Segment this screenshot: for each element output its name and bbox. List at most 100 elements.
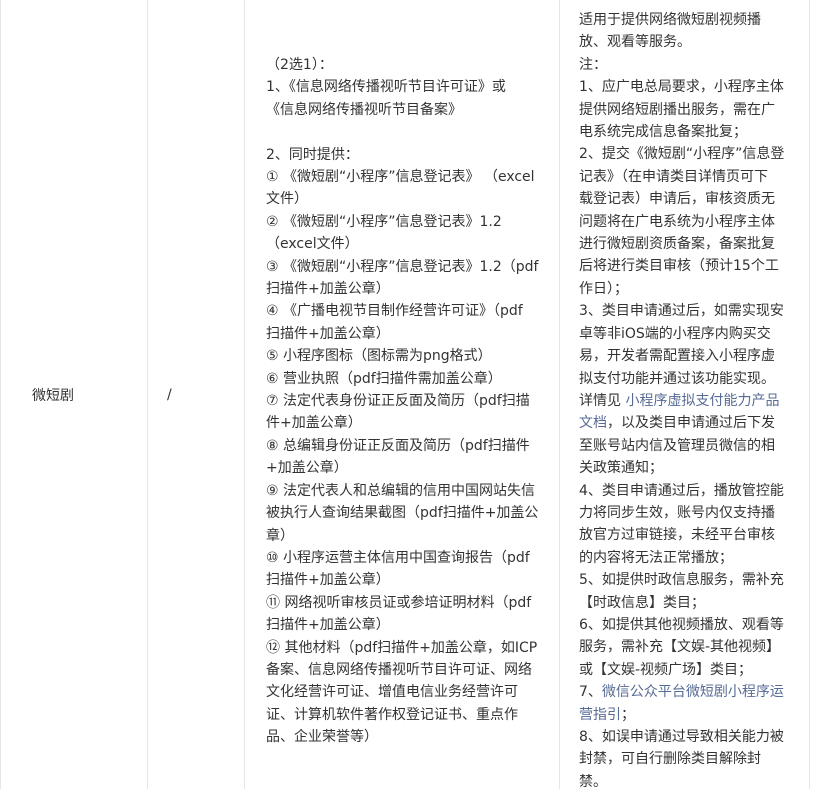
note-line: 【时政信息】类目；	[579, 592, 799, 614]
note-text: 电系统完成信息备案批复；	[579, 124, 747, 141]
subcategory-cell: /	[148, 0, 244, 789]
note-text: 3、类目申请通过后，如需实现安	[579, 303, 784, 320]
note-text: 8、如误申请通过导致相关能力被	[579, 729, 784, 745]
note-line: 问题将在广电系统为小程序主体	[579, 211, 799, 233]
requirement-line: 扫描件+加盖公章）	[266, 617, 390, 634]
note-line: 放、观看等服务。	[579, 31, 799, 53]
note-line: 2、提交《微短剧“小程序”信息登	[579, 143, 799, 165]
requirement-line: 被执行人查询结果截图（pdf扫描件+加盖公	[266, 505, 539, 522]
requirement-line: ⑩ 小程序运营主体信用中国查询报告（pdf	[266, 549, 530, 566]
note-line: 适用于提供网络微短剧视频播	[579, 9, 799, 31]
doc-link[interactable]: 营指引	[579, 707, 621, 723]
note-line: 5、如提供时政信息服务，需补充	[579, 569, 799, 591]
note-line: 卓等非iOS端的小程序内购买交	[579, 323, 799, 345]
requirement-line: ③ 《微短剧“小程序”信息登记表》1.2（pdf	[266, 258, 539, 275]
note-line: 服务，需补充【文娱-其他视频】	[579, 636, 799, 658]
note-text: 放官方过审链接，未经平台审核	[579, 527, 775, 544]
note-line: 文档，以及类目申请通过后下发	[579, 412, 799, 434]
column-divider	[809, 0, 810, 789]
note-text: 拟支付功能并通过该功能实现。	[579, 370, 775, 387]
requirement-line: 《信息网络传播视听节目备案》	[266, 101, 462, 118]
note-text: 封禁，可自行删除类目解除封	[579, 751, 761, 768]
note-text: 力将同步生效，账号内仅支持播	[579, 504, 775, 521]
category-table: 微短剧 / （2选1）： 1、《信息网络传播视听节目许可证》或 《信息网络传播视听节…	[0, 0, 819, 790]
subcategory-placeholder: /	[167, 386, 172, 403]
notes-cell: 适用于提供网络微短剧视频播 放、观看等服务。 注： 1、应广电总局要求，小程序主体提供…	[560, 0, 809, 790]
note-line: 营指引；	[579, 704, 799, 726]
note-text: ，以及类目申请通过后下发	[607, 415, 775, 432]
note-line: 记表》（在申请类目详情页可下	[579, 166, 799, 188]
note-line: 易，开发者需配置接入小程序虚	[579, 345, 799, 367]
note-text: 的内容将无法正常播放；	[579, 549, 733, 566]
doc-link[interactable]: 小程序虚拟支付能力产品	[625, 393, 779, 409]
note-line: 载登记表）申请后，审核资质无	[579, 188, 799, 210]
requirement-line: 章）	[266, 527, 294, 544]
note-text: 注：	[579, 56, 607, 73]
note-line: 禁。	[579, 771, 799, 793]
requirement-line: 文化经营许可证、增值电信业务经营许可	[266, 684, 518, 701]
note-text: 适用于提供网络微短剧视频播	[579, 12, 761, 28]
requirement-line: 证、计算机软件著作权登记证书、重点作	[266, 706, 518, 723]
note-line: 封禁，可自行删除类目解除封	[579, 748, 799, 770]
requirement-line: 扫描件+加盖公章）	[266, 325, 390, 342]
note-line: 拟支付功能并通过该功能实现。	[579, 368, 799, 390]
note-line: 至账号站内信及管理员微信的相	[579, 435, 799, 457]
requirement-line: 文件）	[266, 191, 308, 208]
requirement-line: （excel文件）	[266, 236, 359, 253]
requirement-line	[266, 121, 547, 143]
requirement-line: ⑧ 总编辑身份证正反面及简历（pdf扫描件	[266, 437, 530, 454]
note-line: 电系统完成信息备案批复；	[579, 121, 799, 143]
note-text: 进行微短剧资质备案，备案批复	[579, 236, 775, 253]
requirement-line: ⑨ 法定代表人和总编辑的信用中国网站失信	[266, 482, 535, 499]
requirement-line: ② 《微短剧“小程序”信息登记表》1.2	[266, 213, 502, 230]
requirement-line: 备案、信息网络传播视听节目许可证、网络	[266, 661, 532, 678]
note-line: 进行微短剧资质备案，备案批复	[579, 233, 799, 255]
requirement-line: ⑦ 法定代表身份证正反面及简历（pdf扫描	[266, 393, 530, 410]
note-line: 3、类目申请通过后，如需实现安	[579, 300, 799, 322]
note-text: 详情见	[579, 392, 626, 409]
note-line: 8、如误申请通过导致相关能力被	[579, 726, 799, 748]
note-line: 7、微信公众平台微短剧小程序运	[579, 681, 799, 703]
note-text: 6、如提供其他视频播放、观看等	[579, 616, 784, 633]
requirement-line: 2、同时提供：	[266, 146, 359, 163]
note-text: 关政策通知；	[579, 460, 663, 477]
doc-link[interactable]: 微信公众平台微短剧小程序运	[602, 684, 784, 700]
note-line: 作日）；	[579, 278, 799, 300]
note-text: 记表》（在申请类目详情页可下	[579, 168, 768, 185]
note-line: 的内容将无法正常播放；	[579, 547, 799, 569]
note-line: 详情见 小程序虚拟支付能力产品	[579, 390, 799, 412]
requirement-line: +加盖公章）	[266, 460, 348, 477]
note-text: 问题将在广电系统为小程序主体	[579, 213, 775, 230]
doc-link[interactable]: 文档	[579, 415, 607, 431]
note-line: 1、应广电总局要求，小程序主体	[579, 76, 799, 98]
note-line: 注：	[579, 54, 799, 76]
note-text: 放、观看等服务。	[579, 34, 691, 51]
requirement-line: ⑥ 营业执照（pdf扫描件需加盖公章）	[266, 370, 502, 387]
note-line: 提供网络短剧播出服务，需在广	[579, 99, 799, 121]
note-text: 后将进行类目审核（预计15个工	[579, 258, 779, 275]
note-line: 4、类目申请通过后，播放管控能	[579, 480, 799, 502]
note-text: 服务，需补充【文娱-其他视频】	[579, 639, 781, 656]
requirement-line: ① 《微短剧“小程序”信息登记表》 （excel	[266, 169, 535, 186]
note-line: 关政策通知；	[579, 457, 799, 479]
requirement-line: （2选1）：	[266, 57, 333, 73]
note-text: 卓等非iOS端的小程序内购买交	[579, 325, 771, 342]
note-text: ；	[621, 706, 635, 723]
note-text: 4、类目申请通过后，播放管控能	[579, 482, 784, 499]
note-text: 作日）；	[579, 280, 628, 297]
category-name: 微短剧	[32, 387, 74, 404]
requirement-line: ⑫ 其他材料（pdf扫描件+加盖公章，如ICP	[266, 639, 538, 656]
note-line: 放官方过审链接，未经平台审核	[579, 524, 799, 546]
requirement-line: 扫描件+加盖公章）	[266, 281, 390, 298]
note-text: 禁。	[579, 773, 607, 790]
requirement-line: ⑤ 小程序图标（图标需为png格式）	[266, 348, 492, 365]
note-text: 7、	[579, 684, 602, 701]
requirement-line: 件+加盖公章）	[266, 415, 362, 432]
note-text: 2、提交《微短剧“小程序”信息登	[579, 146, 785, 163]
requirement-line: 扫描件+加盖公章）	[266, 572, 390, 589]
note-line: 后将进行类目审核（预计15个工	[579, 255, 799, 277]
note-text: 易，开发者需配置接入小程序虚	[579, 348, 775, 365]
note-text: 1、应广电总局要求，小程序主体	[579, 79, 784, 96]
note-line: 或【文娱-视频广场】类目；	[579, 659, 799, 681]
requirement-line: 品、企业荣誉等）	[266, 729, 378, 746]
